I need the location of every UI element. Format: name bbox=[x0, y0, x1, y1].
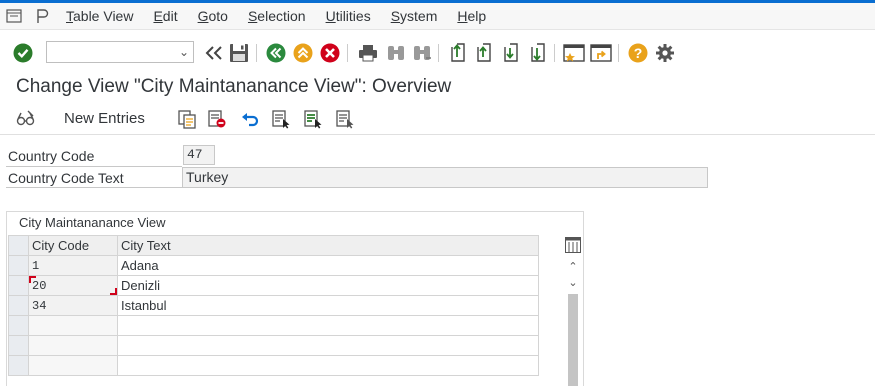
column-header-city-text[interactable]: City Text bbox=[117, 235, 539, 256]
country-code-label: Country Code bbox=[6, 145, 182, 167]
command-field[interactable]: ⌄ bbox=[46, 41, 194, 63]
save-icon[interactable] bbox=[228, 42, 250, 64]
scroll-up-icon[interactable]: ⌃ bbox=[566, 260, 580, 273]
menu-help[interactable]: Help bbox=[447, 3, 496, 29]
row-selector[interactable] bbox=[8, 315, 29, 336]
scroll-down-icon[interactable]: ⌄ bbox=[566, 276, 580, 289]
menu-selection[interactable]: Selection bbox=[238, 3, 316, 29]
city-code-cell[interactable]: 34 bbox=[28, 295, 118, 316]
city-code-cell[interactable] bbox=[28, 315, 118, 336]
gear-icon[interactable] bbox=[654, 42, 676, 64]
select-all-rows-cell[interactable] bbox=[8, 235, 29, 256]
previous-page-icon[interactable] bbox=[473, 42, 495, 64]
deselect-all-icon[interactable] bbox=[335, 109, 355, 129]
menu-system[interactable]: System bbox=[381, 3, 448, 29]
find-next-icon[interactable] bbox=[411, 42, 433, 64]
city-text-cell[interactable]: Istanbul bbox=[117, 295, 539, 316]
city-text-cell[interactable] bbox=[117, 335, 539, 356]
help-icon[interactable]: ? bbox=[627, 42, 649, 64]
toolbar-separator bbox=[256, 44, 257, 62]
city-text-cell[interactable]: Adana bbox=[117, 255, 539, 276]
delete-icon[interactable] bbox=[207, 109, 227, 129]
menu-bar: Table View Edit Goto Selection Utilities… bbox=[0, 3, 875, 30]
city-code-cell[interactable] bbox=[28, 355, 118, 376]
menu-edit[interactable]: Edit bbox=[143, 3, 187, 29]
row-selector[interactable] bbox=[8, 295, 29, 316]
city-table: City Code City Text 1 Adana 20 Denizli 3… bbox=[8, 235, 539, 376]
city-text-cell[interactable] bbox=[117, 355, 539, 376]
row-selector[interactable] bbox=[8, 255, 29, 276]
column-header-city-code[interactable]: City Code bbox=[28, 235, 118, 256]
page-title: Change View "City Maintananance View": O… bbox=[16, 76, 452, 97]
cancel-icon[interactable] bbox=[319, 42, 341, 64]
undo-icon[interactable] bbox=[240, 109, 260, 129]
row-selector[interactable] bbox=[8, 335, 29, 356]
table-row-empty bbox=[8, 335, 539, 356]
table-row-empty bbox=[8, 355, 539, 376]
next-page-icon[interactable] bbox=[500, 42, 522, 64]
table-row: 1 Adana bbox=[8, 255, 539, 276]
last-page-icon[interactable] bbox=[527, 42, 549, 64]
toolbar-separator bbox=[618, 44, 619, 62]
chevron-down-icon[interactable]: ⌄ bbox=[179, 45, 189, 59]
toolbar-separator bbox=[554, 44, 555, 62]
back-icon[interactable] bbox=[265, 42, 287, 64]
table-row: 34 Istanbul bbox=[8, 295, 539, 316]
enter-check-icon[interactable] bbox=[12, 42, 34, 64]
shortcut-icon[interactable] bbox=[590, 42, 612, 64]
vertical-scrollbar[interactable]: ⌃ ⌄ bbox=[566, 258, 580, 386]
city-code-cell[interactable]: 1 bbox=[28, 255, 118, 276]
toolbar-separator bbox=[438, 44, 439, 62]
double-chevron-left-icon[interactable] bbox=[203, 42, 225, 64]
table-row-empty bbox=[8, 315, 539, 336]
city-code-cell[interactable]: 20 bbox=[28, 275, 118, 296]
customize-layout-icon[interactable] bbox=[28, 3, 56, 29]
menu-goto[interactable]: Goto bbox=[188, 3, 238, 29]
display-change-glasses-icon[interactable] bbox=[16, 109, 36, 129]
row-selector[interactable] bbox=[8, 275, 29, 296]
table-title: City Maintananance View bbox=[19, 215, 166, 230]
menu-table-view[interactable]: Table View bbox=[56, 3, 143, 29]
city-text-cell[interactable]: Denizli bbox=[117, 275, 539, 296]
new-entries-button[interactable]: New Entries bbox=[64, 110, 145, 127]
find-icon[interactable] bbox=[385, 42, 407, 64]
city-text-cell[interactable] bbox=[117, 315, 539, 336]
country-code-field[interactable]: 47 bbox=[183, 145, 215, 165]
select-all-icon[interactable] bbox=[271, 109, 291, 129]
select-block-icon[interactable] bbox=[303, 109, 323, 129]
table-row: 20 Denizli bbox=[8, 275, 539, 296]
row-selector[interactable] bbox=[8, 355, 29, 376]
scrollbar-thumb[interactable] bbox=[568, 294, 578, 386]
copy-as-icon[interactable] bbox=[177, 109, 197, 129]
country-code-text-field[interactable]: Turkey bbox=[182, 167, 708, 188]
menu-utilities[interactable]: Utilities bbox=[316, 3, 381, 29]
country-code-text-label: Country Code Text bbox=[6, 168, 182, 188]
exit-icon[interactable] bbox=[292, 42, 314, 64]
system-menu-icon[interactable] bbox=[0, 3, 28, 29]
svg-text:?: ? bbox=[634, 45, 643, 61]
print-icon[interactable] bbox=[357, 42, 379, 64]
first-page-icon[interactable] bbox=[447, 42, 469, 64]
create-session-icon[interactable] bbox=[563, 42, 585, 64]
table-header-row: City Code City Text bbox=[8, 235, 539, 256]
table-settings-icon[interactable] bbox=[565, 237, 581, 253]
toolbar-separator bbox=[347, 44, 348, 62]
city-code-cell[interactable] bbox=[28, 335, 118, 356]
